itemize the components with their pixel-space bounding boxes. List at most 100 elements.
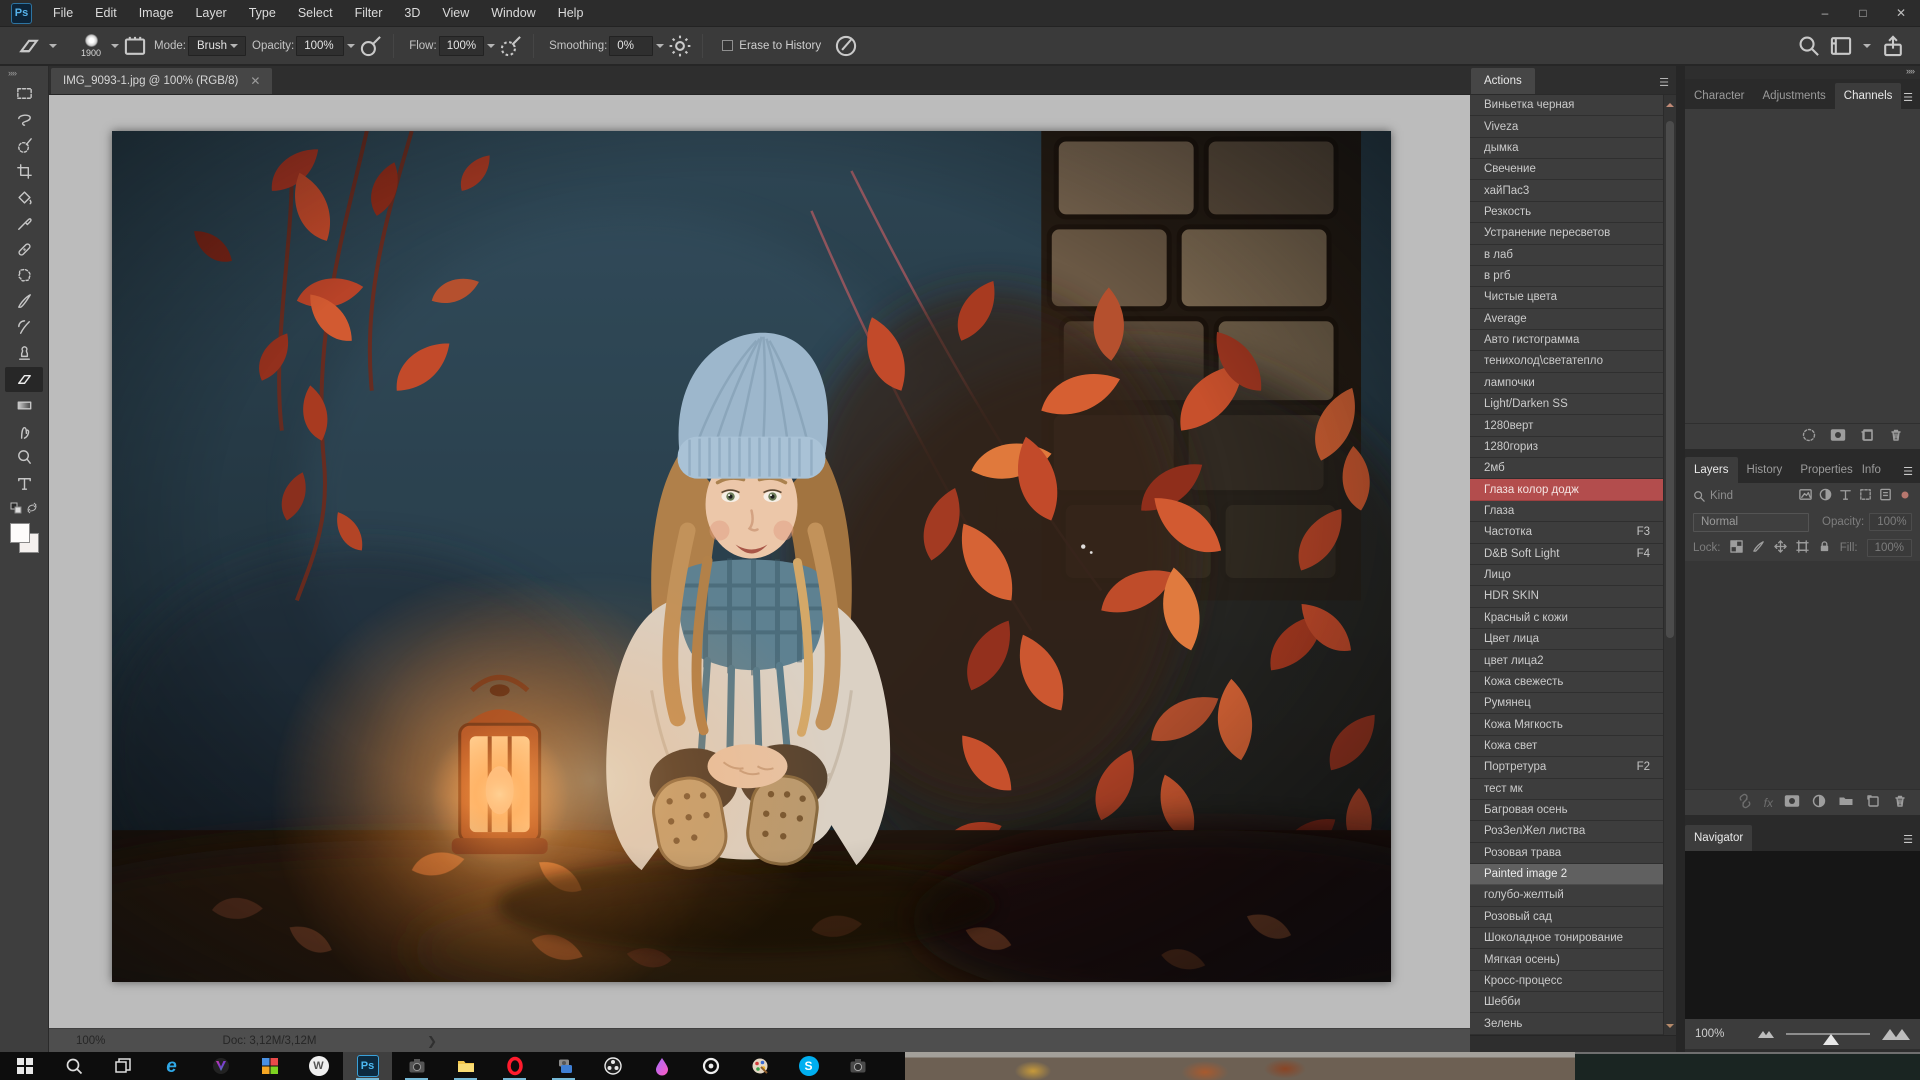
airbrush-icon[interactable] bbox=[498, 33, 524, 59]
screen-recorder-icon[interactable] bbox=[392, 1052, 441, 1080]
lock-all-icon[interactable] bbox=[1818, 540, 1831, 556]
action-item[interactable]: Виньетка черная bbox=[1470, 95, 1663, 116]
paint-app-icon[interactable] bbox=[735, 1052, 784, 1080]
brush-tool[interactable] bbox=[5, 289, 43, 314]
navigator-zoom-value[interactable]: 100% bbox=[1695, 1028, 1724, 1040]
adjustment-layer-icon[interactable] bbox=[1811, 793, 1827, 812]
menu-item[interactable]: Filter bbox=[344, 0, 394, 27]
action-item[interactable]: Average bbox=[1470, 309, 1663, 330]
navigator-preview[interactable] bbox=[1685, 851, 1920, 1019]
action-item[interactable]: HDR SKIN bbox=[1470, 586, 1663, 607]
menu-item[interactable]: Layer bbox=[184, 0, 237, 27]
collapse-panels-icon[interactable]: »» bbox=[1906, 66, 1914, 79]
action-item[interactable]: Кросс-процесс bbox=[1470, 971, 1663, 992]
action-item[interactable]: тенихолод\светатепло bbox=[1470, 351, 1663, 372]
workspace-switcher-icon[interactable] bbox=[1828, 33, 1854, 59]
obs-studio-icon[interactable] bbox=[588, 1052, 637, 1080]
target-app-icon[interactable] bbox=[686, 1052, 735, 1080]
protect-app-icon[interactable] bbox=[196, 1052, 245, 1080]
gradient-tool[interactable] bbox=[5, 393, 43, 418]
action-item[interactable]: Мягкая осень) bbox=[1470, 949, 1663, 970]
filter-toggle-icon[interactable] bbox=[1898, 488, 1912, 505]
capture-app-icon[interactable] bbox=[833, 1052, 882, 1080]
layers-opacity-input[interactable]: 100% bbox=[1869, 513, 1912, 531]
panel-menu-icon[interactable]: ☰ bbox=[1903, 465, 1920, 483]
action-item[interactable]: Зелень bbox=[1470, 1013, 1663, 1034]
type-layer-filter-icon[interactable] bbox=[1838, 487, 1853, 505]
tool-preset-picker[interactable] bbox=[16, 33, 60, 59]
delete-channel-icon[interactable] bbox=[1888, 427, 1904, 446]
action-item[interactable]: Портретура F2 bbox=[1470, 757, 1663, 778]
tab-character[interactable]: Character bbox=[1685, 83, 1754, 109]
minimize-button[interactable]: – bbox=[1806, 0, 1844, 26]
delete-layer-icon[interactable] bbox=[1892, 793, 1908, 812]
menu-item[interactable]: Type bbox=[238, 0, 287, 27]
share-icon[interactable] bbox=[1880, 33, 1906, 59]
skype-icon[interactable]: S bbox=[784, 1052, 833, 1080]
type-tool[interactable] bbox=[5, 471, 43, 496]
action-item[interactable]: в ргб bbox=[1470, 266, 1663, 287]
photos-app-icon[interactable] bbox=[245, 1052, 294, 1080]
action-item[interactable]: Цвет лица bbox=[1470, 629, 1663, 650]
layer-group-icon[interactable] bbox=[1838, 793, 1854, 812]
brush-settings-panel-icon[interactable] bbox=[122, 33, 148, 59]
patch-tool[interactable] bbox=[5, 263, 43, 288]
tab-actions[interactable]: Actions bbox=[1471, 68, 1535, 94]
action-item[interactable]: 1280гориз bbox=[1470, 437, 1663, 458]
action-item[interactable]: Painted image 2 bbox=[1470, 864, 1663, 885]
layer-mask-icon[interactable] bbox=[1784, 793, 1800, 812]
start-button[interactable] bbox=[0, 1052, 49, 1080]
rectangular-marquee-tool[interactable] bbox=[5, 81, 43, 106]
action-item[interactable]: D&B Soft Light F4 bbox=[1470, 544, 1663, 565]
action-item[interactable]: Viveza bbox=[1470, 116, 1663, 137]
action-item[interactable]: Шоколадное тонирование bbox=[1470, 928, 1663, 949]
lock-transparent-icon[interactable] bbox=[1730, 540, 1743, 556]
action-item[interactable]: Light/Darken SS bbox=[1470, 394, 1663, 415]
menu-item[interactable]: File bbox=[42, 0, 84, 27]
lock-artboard-icon[interactable] bbox=[1796, 540, 1809, 556]
canvas-photo[interactable] bbox=[112, 131, 1391, 982]
panel-menu-icon[interactable]: ☰ bbox=[1659, 76, 1676, 94]
document-tab[interactable]: IMG_9093-1.jpg @ 100% (RGB/8) ✕ bbox=[51, 68, 272, 94]
chevron-down-icon[interactable] bbox=[656, 44, 664, 52]
action-item[interactable]: Чистые цвета bbox=[1470, 287, 1663, 308]
scroll-down-icon[interactable] bbox=[1664, 1019, 1676, 1033]
action-item[interactable]: цвет лица2 bbox=[1470, 650, 1663, 671]
task-view-icon[interactable] bbox=[98, 1052, 147, 1080]
action-item[interactable]: Кожа Мягкость bbox=[1470, 714, 1663, 735]
panel-menu-icon[interactable]: ☰ bbox=[1903, 91, 1920, 109]
eraser-tool[interactable] bbox=[5, 367, 43, 392]
menu-item[interactable]: 3D bbox=[393, 0, 431, 27]
close-button[interactable]: ✕ bbox=[1882, 0, 1920, 26]
lasso-tool[interactable] bbox=[5, 107, 43, 132]
action-item[interactable]: Кожа свежесть bbox=[1470, 672, 1663, 693]
menu-item[interactable]: View bbox=[431, 0, 480, 27]
shape-layer-filter-icon[interactable] bbox=[1858, 487, 1873, 505]
menu-item[interactable]: Window bbox=[480, 0, 546, 27]
smoothing-input[interactable]: 0% bbox=[609, 36, 653, 56]
chevron-down-icon[interactable] bbox=[487, 44, 495, 52]
zoom-slider[interactable] bbox=[1786, 1033, 1870, 1035]
action-item[interactable]: лампочки bbox=[1470, 373, 1663, 394]
tab-properties[interactable]: Properties bbox=[1791, 457, 1852, 483]
clone-stamp-tool[interactable] bbox=[5, 341, 43, 366]
tab-layers[interactable]: Layers bbox=[1685, 457, 1738, 483]
menu-item[interactable]: Edit bbox=[84, 0, 128, 27]
menu-item[interactable]: Image bbox=[128, 0, 185, 27]
zoom-out-icon[interactable] bbox=[1758, 1031, 1774, 1038]
file-explorer-icon[interactable] bbox=[441, 1052, 490, 1080]
foreground-color-swatch[interactable] bbox=[10, 523, 30, 543]
layer-filter-kind[interactable]: Kind bbox=[1693, 490, 1793, 502]
adjustment-layer-filter-icon[interactable] bbox=[1818, 487, 1833, 505]
action-item[interactable]: Резкость bbox=[1470, 202, 1663, 223]
save-selection-as-channel-icon[interactable] bbox=[1830, 427, 1846, 446]
maximize-button[interactable]: □ bbox=[1844, 0, 1882, 26]
link-layers-icon[interactable] bbox=[1737, 793, 1753, 812]
smudge-tool[interactable] bbox=[5, 419, 43, 444]
action-item[interactable]: Красный с кожи bbox=[1470, 608, 1663, 629]
tab-navigator[interactable]: Navigator bbox=[1685, 825, 1752, 851]
smoothing-options-gear-icon[interactable] bbox=[667, 33, 693, 59]
healing-brush-tool[interactable] bbox=[5, 237, 43, 262]
tab-info[interactable]: Info bbox=[1853, 457, 1890, 483]
layer-style-icon[interactable]: fx bbox=[1764, 796, 1773, 810]
